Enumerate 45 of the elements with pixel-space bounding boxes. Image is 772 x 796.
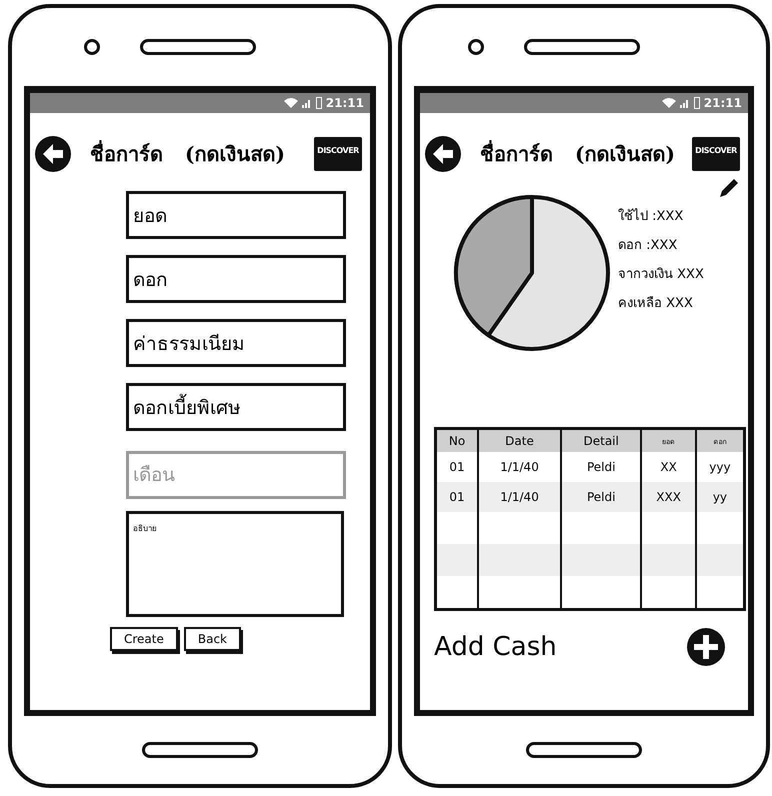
- signal-icon: [680, 98, 690, 108]
- back-icon[interactable]: [34, 135, 72, 173]
- table-cell: Peldi: [561, 482, 642, 512]
- column-header: Detail: [561, 428, 642, 452]
- table-cell: yy: [696, 482, 744, 512]
- plus-icon[interactable]: [686, 627, 726, 667]
- legend-label: คงเหลือ XXX: [618, 295, 694, 313]
- wifi-icon: [284, 98, 298, 108]
- table-cell: 1/1/40: [478, 482, 561, 512]
- battery-icon: [694, 97, 700, 109]
- camera-icon: [84, 39, 100, 55]
- card-name-title: ชื่อการ์ด: [480, 139, 553, 168]
- action-button[interactable]: Create: [110, 627, 178, 651]
- pencil-icon[interactable]: [718, 177, 740, 199]
- description-field[interactable]: อธิบาย: [126, 511, 344, 617]
- input-field[interactable]: ยอด: [126, 191, 346, 239]
- column-header: Date: [478, 428, 561, 452]
- table-cell: XXX: [641, 482, 696, 512]
- legend-label: ใช้ไป :XXX: [618, 207, 684, 226]
- table-cell: 01: [436, 482, 478, 512]
- status-time: 21:11: [326, 96, 364, 110]
- camera-icon: [468, 39, 484, 55]
- input-field[interactable]: เดือน: [126, 451, 346, 499]
- wifi-icon: [662, 98, 676, 108]
- action-button[interactable]: Back: [184, 627, 242, 651]
- speaker-icon: [524, 39, 640, 55]
- input-field[interactable]: ดอกเบี้ยพิเศษ: [126, 383, 346, 431]
- battery-icon: [316, 97, 322, 109]
- speaker-icon: [140, 39, 256, 55]
- card-logo: DISCOVER: [692, 137, 740, 171]
- card-name-title: ชื่อการ์ด: [90, 139, 163, 168]
- back-icon[interactable]: [424, 135, 462, 173]
- home-button[interactable]: [142, 742, 258, 758]
- status-time: 21:11: [704, 96, 742, 110]
- input-field[interactable]: ดอก: [126, 255, 346, 303]
- legend-label: จากวงเงิน XXX: [618, 266, 704, 284]
- card-logo: DISCOVER: [314, 137, 362, 171]
- legend-label: ดอก :XXX: [618, 237, 678, 255]
- screen-subtitle: (กดเงินสด): [185, 141, 285, 168]
- add-cash-label: Add Cash: [434, 632, 557, 662]
- input-field[interactable]: ค่าธรรมเนียม: [126, 319, 346, 367]
- screen-subtitle: (กดเงินสด): [575, 141, 675, 168]
- column-header: No: [436, 428, 478, 452]
- home-button[interactable]: [526, 742, 642, 758]
- signal-icon: [302, 98, 312, 108]
